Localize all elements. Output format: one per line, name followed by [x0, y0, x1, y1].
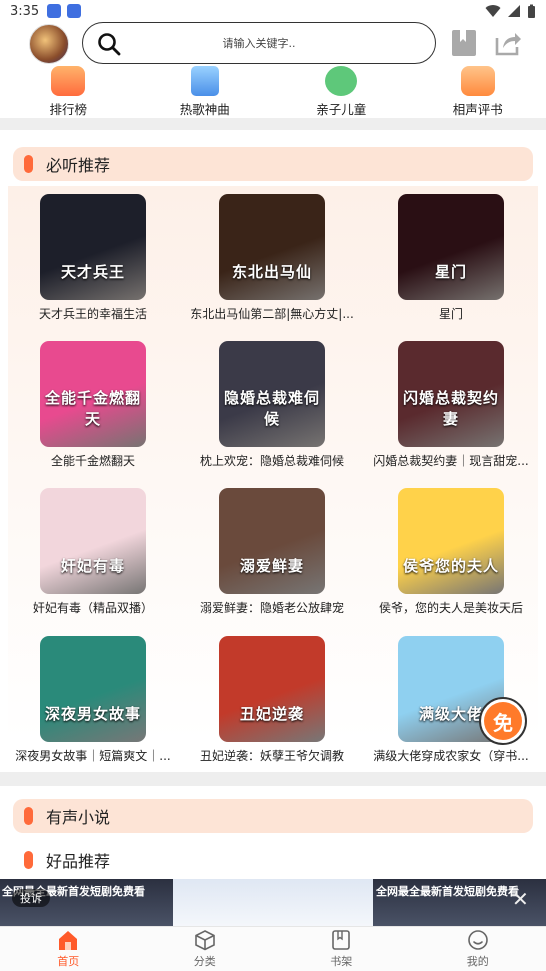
free-badge-label: 免	[484, 702, 522, 740]
bottom-nav: 首页 分类 书架 我的	[0, 926, 546, 971]
section-header-audio-novel: 有声小说	[13, 799, 533, 833]
book-cover[interactable]: 天才兵王	[40, 194, 146, 300]
book-cover-text: 东北出马仙	[231, 263, 312, 281]
book-cover-text: 星门	[434, 263, 467, 281]
book-title[interactable]: 闪婚总裁契约妻｜现言甜宠...	[363, 452, 539, 469]
category-label: 亲子儿童	[316, 102, 367, 117]
section-title: 好品推荐	[46, 852, 111, 871]
book-cover-text: 溺爱鲜妻	[239, 557, 304, 575]
ranking-icon	[51, 66, 86, 96]
nav-label: 首页	[57, 955, 80, 968]
book-cover-text: 丑妃逆袭	[239, 705, 304, 723]
section-header-must-listen: 必听推荐	[13, 147, 533, 181]
section-accent-bar	[24, 807, 33, 825]
section-header-good-picks: 好品推荐	[13, 843, 533, 877]
ad-banner[interactable]: 全网最全最新首发短剧免费看 全网最全最新首发短剧免费看 投诉 ✕	[0, 879, 546, 926]
section-accent-bar	[24, 155, 33, 173]
book-cover[interactable]: 闪婚总裁契约妻	[398, 341, 504, 447]
book-cover[interactable]: 丑妃逆袭	[219, 636, 325, 742]
kids-icon	[325, 66, 358, 96]
category-label: 排行榜	[49, 102, 87, 117]
search-input[interactable]: 请输入关键字..	[82, 22, 436, 64]
category-label: 相声评书	[452, 102, 503, 117]
bookshelf-icon	[332, 930, 351, 950]
divider	[0, 118, 546, 130]
home-icon	[59, 931, 78, 950]
crosstalk-icon	[460, 66, 495, 96]
book-cover-text: 天才兵王	[60, 263, 125, 281]
notification-app-icon	[47, 4, 62, 18]
book-cover[interactable]: 东北出马仙	[219, 194, 325, 300]
section-title: 必听推荐	[46, 156, 111, 175]
battery-icon	[528, 4, 535, 18]
signal-icon	[508, 5, 520, 17]
book-cover-text: 全能千金燃翻天	[44, 389, 141, 428]
book-title[interactable]: 东北出马仙第二部|無心方丈|...	[184, 305, 360, 322]
share-icon[interactable]	[493, 28, 523, 58]
book-title[interactable]: 侯爷，您的夫人是美妆天后	[363, 599, 539, 616]
nav-label: 书架	[330, 955, 353, 968]
category-ranking[interactable]: 排行榜	[0, 64, 137, 118]
divider	[0, 772, 546, 786]
book-title[interactable]: 深夜男女故事｜短篇爽文｜...	[5, 747, 181, 764]
book-cover[interactable]: 侯爷您的夫人	[398, 488, 504, 594]
report-button[interactable]: 投诉	[12, 889, 50, 907]
book-title[interactable]: 奸妃有毒（精品双播）	[5, 599, 181, 616]
search-placeholder: 请输入关键字..	[222, 37, 296, 50]
close-icon[interactable]: ✕	[512, 887, 529, 911]
book-title[interactable]: 溺爱鲜妻：隐婚老公放肆宠	[184, 599, 360, 616]
nav-bookshelf[interactable]: 书架	[273, 927, 410, 971]
notification-app-icon	[67, 4, 82, 18]
profile-icon	[467, 930, 488, 950]
hot-songs-icon	[190, 66, 219, 96]
category-icon	[194, 930, 215, 951]
book-title[interactable]: 枕上欢宠：隐婚总裁难伺候	[184, 452, 360, 469]
book-cover[interactable]: 溺爱鲜妻	[219, 488, 325, 594]
category-label: 热歌神曲	[179, 102, 230, 117]
category-crosstalk[interactable]: 相声评书	[410, 64, 546, 118]
book-cover[interactable]: 深夜男女故事	[40, 636, 146, 742]
book-title[interactable]: 天才兵王的幸福生活	[5, 305, 181, 322]
book-cover-text: 侯爷您的夫人	[402, 557, 499, 575]
nav-home[interactable]: 首页	[0, 927, 137, 971]
wifi-icon	[485, 5, 501, 18]
free-badge[interactable]: 免	[479, 697, 527, 745]
category-hot-songs[interactable]: 热歌神曲	[137, 64, 274, 118]
book-cover[interactable]: 星门	[398, 194, 504, 300]
book-cover[interactable]: 奸妃有毒	[40, 488, 146, 594]
ad-text-right: 全网最全最新首发短剧免费看	[376, 885, 519, 898]
book-title[interactable]: 丑妃逆袭：妖孽王爷欠调教	[184, 747, 360, 764]
status-time: 3:35	[10, 3, 40, 19]
status-bar: 3:35	[0, 0, 546, 22]
avatar[interactable]	[29, 24, 69, 64]
book-title[interactable]: 全能千金燃翻天	[5, 452, 181, 469]
book-cover-text: 奸妃有毒	[60, 557, 125, 575]
bookmark-icon[interactable]	[449, 28, 479, 58]
nav-label: 我的	[466, 955, 489, 968]
ad-image-center	[173, 879, 373, 926]
category-kids[interactable]: 亲子儿童	[273, 64, 410, 118]
header: 请输入关键字..	[0, 22, 546, 64]
book-cover-text: 深夜男女故事	[44, 705, 141, 723]
section-accent-bar	[24, 851, 33, 869]
section-title: 有声小说	[46, 808, 111, 827]
book-cover[interactable]: 隐婚总裁难伺候	[219, 341, 325, 447]
book-cover-text: 隐婚总裁难伺候	[223, 389, 320, 428]
book-title[interactable]: 星门	[363, 305, 539, 322]
nav-category[interactable]: 分类	[137, 927, 274, 971]
nav-label: 分类	[193, 955, 216, 968]
book-cover[interactable]: 全能千金燃翻天	[40, 341, 146, 447]
book-title[interactable]: 满级大佬穿成农家女（穿书...	[363, 747, 539, 764]
book-cover-text: 闪婚总裁契约妻	[402, 389, 499, 428]
nav-profile[interactable]: 我的	[410, 927, 546, 971]
category-row: 排行榜 热歌神曲 亲子儿童 相声评书	[0, 64, 546, 118]
